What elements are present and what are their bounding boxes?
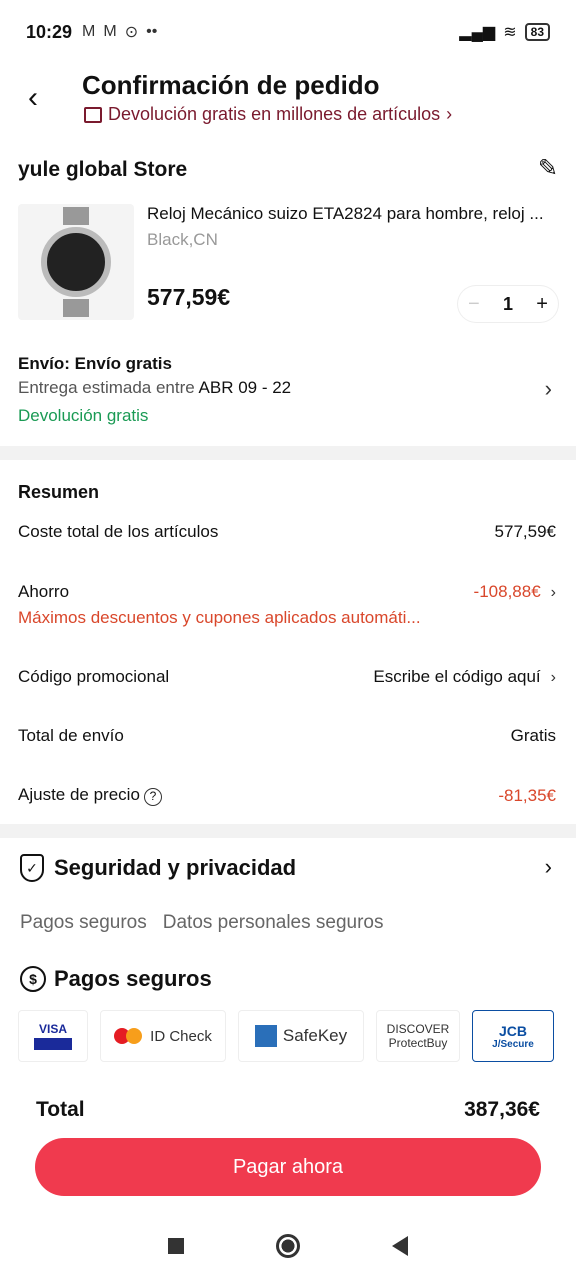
discover-protectbuy-logo: DISCOVER ProtectBuy [376, 1010, 460, 1062]
secure-data-text: Datos personales seguros [162, 912, 384, 933]
savings-description: Máximos descuentos y cupones aplicados a… [18, 608, 421, 627]
promo-code-label: Código promocional [18, 667, 170, 686]
chevron-right-icon: › [550, 669, 556, 686]
help-icon[interactable]: ? [143, 788, 162, 806]
store-name: yule global Store [18, 158, 188, 181]
amex-square [254, 1025, 277, 1047]
visa-secure-bar [34, 1038, 72, 1050]
security-features: Pagos seguros Datos personales seguros [20, 912, 384, 934]
shield-icon: ✓ [20, 854, 44, 882]
gmail-icon: M [103, 23, 117, 40]
product-title[interactable]: Reloj Mecánico suizo ETA2824 para hombre… [147, 204, 557, 224]
security-title-row[interactable]: ✓ Seguridad y privacidad [20, 854, 296, 882]
checkout-bar: Total 387,36€ Pagar ahora [0, 1088, 576, 1212]
visa-text: VISA [38, 1022, 67, 1036]
gmail-icon: M [82, 23, 96, 40]
jsecure-text: J/Secure [492, 1038, 534, 1050]
payment-logos: VISA ID Check SafeKey DISCOVER ProtectBu… [18, 1010, 554, 1062]
system-nav-bar [0, 1212, 576, 1280]
more-icon: •• [146, 23, 158, 40]
delivery-dates: ABR 09 - 22 [198, 378, 292, 397]
edit-icon[interactable]: ✎ [538, 154, 558, 183]
signal-icon: ▂▄▆ [459, 24, 496, 41]
watch-face [41, 227, 111, 297]
product-price: 577,59€ [147, 284, 231, 310]
free-return-label: Devolución gratis [18, 406, 149, 425]
mastercard-idcheck-logo: ID Check [100, 1010, 226, 1062]
notification-icons: M M ⊙ •• [82, 22, 157, 42]
summary-heading: Resumen [18, 482, 100, 502]
secure-payment-icon: $ [20, 966, 46, 992]
chevron-right-icon: › [550, 584, 556, 601]
items-total-row: Coste total de los artículos 577,59€ [18, 522, 556, 542]
quantity-value: 1 [502, 293, 513, 314]
savings-value: -108,88€ [473, 582, 541, 601]
recent-apps-button[interactable] [168, 1238, 184, 1254]
back-icon[interactable]: ‹ [28, 78, 58, 118]
promo-code-input[interactable]: Escribe el código aquí [373, 667, 540, 686]
order-summary: Resumen Coste total de los artículos 577… [0, 460, 576, 824]
increase-button[interactable]: + [536, 293, 548, 316]
safekey-text: SafeKey [282, 1026, 348, 1045]
total-value: 387,36€ [464, 1098, 540, 1121]
watch-band-bottom [63, 299, 89, 317]
free-return-banner[interactable]: Devolución gratis en millones de artícul… [84, 104, 452, 125]
visa-secure-logo: VISA [18, 1010, 88, 1062]
chevron-right-icon[interactable]: › [545, 854, 552, 880]
location-icon: ⊙ [124, 24, 139, 41]
jcb-jsecure-logo: JCB J/Secure [472, 1010, 554, 1062]
chevron-right-icon: › [446, 104, 453, 124]
items-total-value: 577,59€ [494, 522, 556, 541]
page-title: Confirmación de pedido [82, 70, 380, 100]
shipping-total-value: Gratis [510, 726, 556, 745]
idcheck-text: ID Check [150, 1027, 212, 1045]
home-button[interactable] [276, 1234, 300, 1258]
decrease-button[interactable]: − [468, 293, 480, 316]
jcb-text: JCB [498, 1022, 527, 1039]
battery-indicator: 83 [524, 23, 550, 41]
security-section: ✓ Seguridad y privacidad › Pagos seguros… [0, 838, 576, 1088]
store-card: yule global Store ✎ Reloj Mecánico suizo… [0, 140, 576, 446]
discover-text: DISCOVER [386, 1022, 450, 1036]
security-title: Seguridad y privacidad [54, 855, 297, 880]
amex-safekey-logo: SafeKey [238, 1010, 364, 1062]
promo-code-row[interactable]: Código promocional Escribe el código aqu… [18, 667, 556, 687]
shipping-total-label: Total de envío [18, 726, 124, 745]
page-header: ‹ Confirmación de pedido Devolución grat… [0, 64, 576, 140]
shipping-title: Envío: Envío gratis [18, 354, 172, 373]
payments-title: Pagos seguros [54, 966, 212, 991]
status-time: 10:29 [26, 21, 73, 42]
chevron-right-icon[interactable]: › [545, 376, 552, 402]
status-bar: 10:29 M M ⊙ •• ▂▄▆ ≋ 83 [0, 0, 576, 64]
price-adjust-value: -81,35€ [498, 785, 556, 805]
delivery-estimate[interactable]: Entrega estimada entre ABR 09 - 22 [18, 378, 291, 398]
product-variant: Black,CN [147, 230, 218, 249]
price-adjust-row: Ajuste de precio? -81,35€ [18, 785, 556, 806]
return-box-icon [84, 106, 102, 123]
secure-payments-text: Pagos seguros [20, 912, 147, 933]
mastercard-orange-circle [126, 1028, 143, 1044]
product-image[interactable] [18, 204, 134, 320]
wifi-icon: ≋ [503, 24, 517, 41]
delivery-estimate-label: Entrega estimada entre [18, 378, 195, 397]
total-label: Total [36, 1098, 85, 1121]
protectbuy-text: ProtectBuy [388, 1036, 448, 1050]
savings-label: Ahorro [18, 582, 70, 601]
savings-row[interactable]: Ahorro -108,88€ › [18, 582, 556, 602]
back-button[interactable] [392, 1236, 408, 1256]
free-return-text: Devolución gratis en millones de artícul… [108, 104, 441, 124]
quantity-stepper: − 1 + [458, 286, 558, 322]
price-adjust-label: Ajuste de precio [18, 785, 140, 804]
watch-band-top [63, 207, 89, 225]
shipping-total-row: Total de envío Gratis [18, 726, 556, 746]
items-total-label: Coste total de los artículos [18, 522, 219, 541]
payments-title-row: $ Pagos seguros [20, 966, 212, 992]
pay-now-button[interactable]: Pagar ahora [35, 1138, 541, 1196]
